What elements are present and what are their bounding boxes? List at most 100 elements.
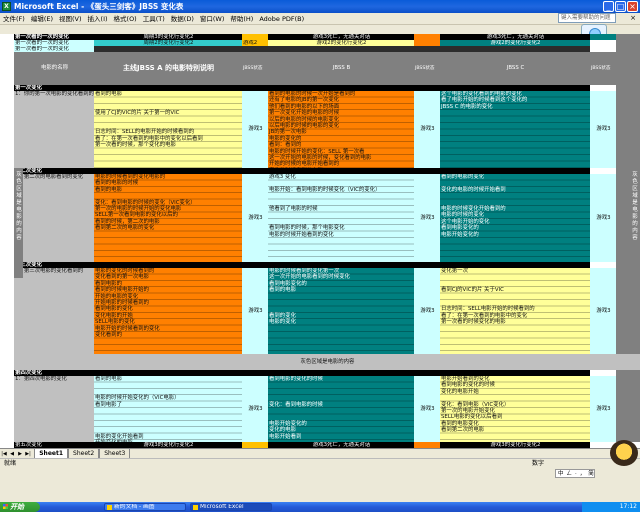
col-jbss-b-state[interactable]: 游戏3 <box>414 376 440 442</box>
jbss-b-line: 电影开始看到 <box>269 433 302 440</box>
col-jbss-a-state[interactable]: 游戏3 <box>242 376 268 442</box>
section-lead[interactable]: 1：第三次电影的变化看到的 <box>14 268 94 354</box>
help-search-input[interactable]: 键入需要帮助的问题 <box>558 13 616 23</box>
col-jbss-b-state[interactable]: 游戏3 <box>414 268 440 354</box>
menu-item[interactable]: 文件(F) <box>0 13 28 24</box>
menu-item[interactable]: Adobe PDF(B) <box>256 13 307 24</box>
header-jbss-b-state[interactable]: JBSS状态 <box>414 52 440 85</box>
col-jbss-a-state[interactable]: 游戏3 <box>242 268 268 354</box>
header-jbss-c[interactable]: JBSS C <box>440 52 590 85</box>
side-label-left: 灰色区域是电影的内容 <box>14 168 23 278</box>
header-jbss-b[interactable]: JBSS B <box>268 52 414 85</box>
system-tray-clock[interactable]: 17:12 <box>582 502 640 512</box>
col-jbss-b-block[interactable]: 看到电影的变化的时候 变化：看到电影的时候 电影开始变化的 变化的电影 电影开始看到 <box>268 376 414 442</box>
header-movie-name[interactable]: 电影的名称 <box>14 52 94 85</box>
jbss-c-line: 第一次看的时候变化的电影 <box>441 319 506 326</box>
menu-item[interactable]: 插入(I) <box>85 13 111 24</box>
title-bar: X Microsoft Excel - 《蛋头三剑客》JBSS 变化表 <box>0 0 640 13</box>
col-jbss-a-block[interactable]: 电影的变化的时候看到的 变化看到的第一次电影 看到电影的 看到的时候电影开始的 开始的电… <box>94 268 242 354</box>
start-button[interactable]: 开始 <box>0 502 40 512</box>
col-h-side[interactable] <box>616 370 640 442</box>
jbss-c-line: JBSS C 的电影的变化 <box>441 103 493 110</box>
taskbar <box>0 502 640 512</box>
ime-button[interactable]: ， <box>580 471 586 477</box>
close-button[interactable]: × <box>627 1 638 12</box>
jbss-b-line: 电影的变化 <box>269 319 296 326</box>
first-sheet-icon[interactable]: |◀ <box>0 450 8 458</box>
col-jbss-c-state[interactable]: 游戏3 <box>590 376 616 442</box>
col-jbss-a-block[interactable]: 看到的电影电影的时候开始变化的（VIC电影）看到电影了电影的变化开始看到开始变化… <box>94 376 242 442</box>
col-jbss-b-state[interactable]: 游戏3 <box>414 91 440 168</box>
jbss-a-line: 第一次看的时候，那个变化的电影 <box>95 142 176 149</box>
section-lead[interactable]: 1：你的第一次电影的变化看到的 <box>14 91 94 168</box>
menu-item[interactable]: 数据(D) <box>168 13 197 24</box>
col-jbss-c-state[interactable]: 游戏3 <box>590 91 616 168</box>
sheet-tab-3[interactable]: Sheet3 <box>99 449 131 458</box>
paint-icon <box>107 505 112 510</box>
col-jbss-b-block[interactable]: 游戏3 变化 电影开始：看到电影的时候变化（VIC的变化） 他看到了电影的时候 看到电… <box>268 174 414 262</box>
cell-r1-g[interactable] <box>590 34 616 40</box>
menu-item[interactable]: 视图(V) <box>56 13 85 24</box>
cell-h-top[interactable] <box>616 34 640 85</box>
jbss-b-line: 电影的时候开始看到的变化 <box>269 231 334 238</box>
sheet-tab-1[interactable]: Sheet1 <box>34 449 69 458</box>
window-title: Microsoft Excel - 《蛋头三剑客》JBSS 变化表 <box>14 2 184 11</box>
menu-item[interactable]: 编辑(E) <box>28 13 56 24</box>
prev-sheet-icon[interactable]: ◀ <box>8 450 16 458</box>
jbss-a-line: 看到第二次的电影的变化 <box>95 225 155 232</box>
col-jbss-c-block[interactable]: 这个电影的变化看到的电影的变化 看了电影开始的时候看到这个变化的 JBSS C 的电… <box>440 91 590 168</box>
col-jbss-c-state[interactable]: 游戏3 <box>590 174 616 262</box>
next-sheet-icon[interactable]: ▶ <box>16 450 24 458</box>
col-jbss-b-block[interactable]: 看到的电影的时候一次开始是看到的 还有了电影的JB的第一次变化 他们看到的电影的以下… <box>268 91 414 168</box>
excel-app-icon: X <box>2 2 11 11</box>
col-jbss-a-block[interactable]: 看到的电影 使用了CJ的VIC的片 关于第一的VIC 日志时间：SELL的电影开始的… <box>94 91 242 168</box>
col-jbss-a-state[interactable]: 游戏3 <box>242 174 268 262</box>
ime-button[interactable]: 中 <box>558 471 564 477</box>
ime-toolbar[interactable]: 中ㄥ ·，简 <box>555 469 595 478</box>
col-jbss-c-block[interactable]: 变化第一次 看到CJ的VIC的片 关于VIC 日志时间：SELL电影开始的时候看到的… <box>440 268 590 354</box>
col-jbss-c-state[interactable]: 游戏3 <box>590 268 616 354</box>
jbss-a-line: 变化看到的 <box>95 331 122 338</box>
toolbar <box>0 25 640 34</box>
side-label-right: 灰色区域是电影的内容 <box>630 168 640 278</box>
header-jbss-a[interactable]: 主线JBSS A 的电影特别说明 <box>94 52 242 85</box>
taskbar-item-paint-label: 新的文档 - 画图 <box>114 504 155 510</box>
col-jbss-c-block[interactable]: 电影开始看到的变化 看到电影的变化的时候 变化的电影开始 变化：看到电影（VIC变化）… <box>440 376 590 442</box>
mascot-icon <box>610 440 638 466</box>
menu-item[interactable]: 窗口(W) <box>197 13 228 24</box>
ime-button[interactable]: · <box>575 471 577 477</box>
menu-item[interactable]: 帮助(H) <box>227 13 256 24</box>
status-bar: 就绪 数字 <box>0 458 640 468</box>
maximize-button[interactable]: □ <box>615 1 626 12</box>
sheet-tabs: |◀ ◀ ▶ ▶| Sheet1 Sheet2 Sheet3 <box>0 448 640 458</box>
section-lead[interactable]: 1：第二次的电影看到的变化 <box>14 174 94 262</box>
col-h-side[interactable] <box>616 85 640 168</box>
col-jbss-b-block[interactable]: 电影的时候看到的变化第一次 这一次开始的电影看到的时候变化 看到电影变化的 看到的电影… <box>268 268 414 354</box>
taskbar-item-excel-label: Microsoft Excel <box>200 504 244 510</box>
last-sheet-icon[interactable]: ▶| <box>24 450 32 458</box>
divider-row[interactable]: 灰色区域是电影的内容 <box>14 354 640 370</box>
jbss-c-line: 电影开始变化的 <box>441 231 479 238</box>
sheet-tab-2[interactable]: Sheet2 <box>68 449 100 458</box>
ime-button[interactable]: ㄥ <box>567 471 573 477</box>
minimize-button[interactable]: _ <box>603 1 614 12</box>
col-jbss-a-block[interactable]: 电影的时候看到的变化电影的 看到的电影的时候 看到的电影 变化：看到电影的时候的变化（… <box>94 174 242 262</box>
spreadsheet-grid[interactable]: 第一次看的一次的变化 周期3的变化行变化2 游戏3死亡，无通关对话 游戏3死亡，… <box>0 34 640 448</box>
ime-button[interactable]: 简 <box>588 471 594 477</box>
excel-icon <box>193 505 198 510</box>
taskbar-item-excel[interactable]: Microsoft Excel <box>190 503 272 511</box>
section-lead[interactable]: 1：第四次电影的变化 <box>14 376 94 442</box>
menu-bar: 文件(F) 编辑(E) 视图(V) 插入(I) 格式(O) 工具(T) 数据(D) 窗口(W)… <box>0 13 640 25</box>
col-jbss-c-block[interactable]: 看到的电影的变化 变化的电影的时候开始看到 电影的时候变化开始看到的 电影的时候的变化… <box>440 174 590 262</box>
status-ready: 就绪 <box>4 460 17 467</box>
taskbar-area: 中ㄥ ·，简 开始 新的文档 - 画图 Microsoft Excel 17:12 <box>0 468 640 512</box>
header-jbss-a-state[interactable]: JBSS状态 <box>242 52 268 85</box>
menu-item[interactable]: 工具(T) <box>140 13 168 24</box>
jbss-c-line: 看到第二次的电影 <box>441 427 485 434</box>
col-jbss-b-state[interactable]: 游戏3 <box>414 174 440 262</box>
col-jbss-a-state[interactable]: 游戏3 <box>242 91 268 168</box>
header-jbss-c-state[interactable]: JBSS状态 <box>590 52 616 85</box>
taskbar-item-paint[interactable]: 新的文档 - 画图 <box>104 503 186 511</box>
workbook-close-icon[interactable]: × <box>630 14 636 23</box>
menu-item[interactable]: 格式(O) <box>111 13 140 24</box>
